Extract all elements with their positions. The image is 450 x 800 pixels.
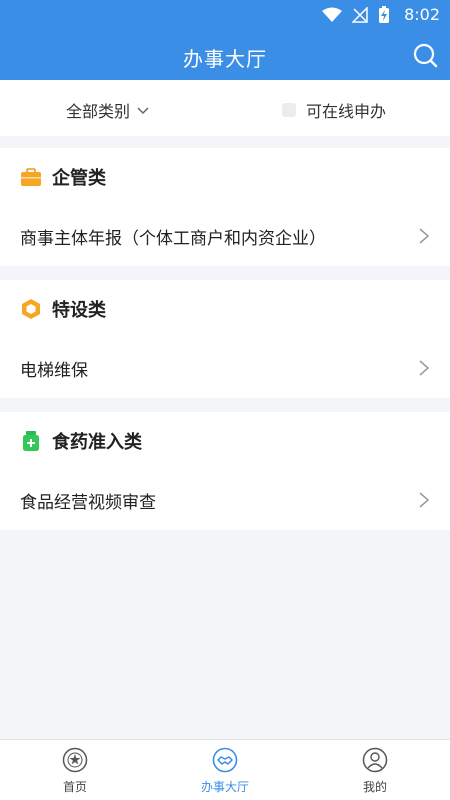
chevron-right-icon: [419, 228, 430, 244]
tab-label: 首页: [62, 780, 87, 794]
handshake-icon: [212, 747, 238, 773]
section-special-equipment: 特设类 电梯维保: [0, 280, 450, 398]
app-header: 办事大厅: [0, 30, 450, 80]
top-bar: 8:02 办事大厅: [0, 0, 450, 80]
emblem-icon: [62, 747, 88, 773]
section-header: 企管类: [20, 164, 106, 190]
online-checkbox[interactable]: [282, 103, 296, 117]
tab-label: 办事大厅: [200, 780, 249, 794]
category-label: 全部类别: [66, 102, 131, 121]
status-icons: [322, 6, 390, 24]
section-food-drug: 食药准入类 食品经营视频审查: [0, 412, 450, 530]
chevron-right-icon: [419, 360, 430, 376]
battery-charging-icon: [379, 6, 389, 23]
list-item-label: 商事主体年报（个体工商户和内资企业）: [20, 229, 326, 249]
list-item[interactable]: 电梯维保: [0, 344, 450, 392]
search-icon[interactable]: [412, 42, 438, 68]
section-enterprise: 企管类 商事主体年报（个体工商户和内资企业）: [0, 148, 450, 266]
online-label: 可在线申办: [306, 102, 387, 121]
section-header: 特设类: [20, 296, 106, 322]
section-title: 食药准入类: [52, 432, 142, 453]
section-header: 食药准入类: [20, 428, 142, 454]
online-filter[interactable]: 可在线申办: [282, 98, 386, 122]
chevron-down-icon: [137, 107, 149, 115]
list-item[interactable]: 食品经营视频审查: [0, 476, 450, 524]
wifi-icon: [322, 7, 342, 22]
tab-home[interactable]: 首页: [0, 740, 150, 800]
hexagon-icon: [22, 299, 40, 319]
list-item-label: 食品经营视频审查: [20, 493, 156, 513]
medicine-bottle-icon: [23, 431, 39, 451]
page-title: 办事大厅: [183, 47, 267, 71]
tab-profile[interactable]: 我的: [300, 740, 450, 800]
list-item[interactable]: 商事主体年报（个体工商户和内资企业）: [0, 212, 450, 260]
bottom-tab-bar: 首页 办事大厅 我的: [0, 739, 450, 800]
briefcase-icon: [21, 168, 41, 186]
status-bar: 8:02: [0, 0, 450, 30]
chevron-right-icon: [419, 492, 430, 508]
list-item-label: 电梯维保: [20, 361, 88, 381]
status-time: 8:02: [404, 5, 440, 24]
filter-bar: 全部类别 可在线申办: [0, 80, 450, 136]
tab-label: 我的: [362, 780, 387, 794]
user-icon: [362, 747, 388, 773]
tab-service-hall[interactable]: 办事大厅: [150, 740, 300, 800]
category-dropdown[interactable]: 全部类别: [66, 98, 150, 122]
section-title: 企管类: [52, 168, 106, 189]
no-signal-icon: [352, 7, 368, 23]
section-title: 特设类: [52, 300, 106, 321]
